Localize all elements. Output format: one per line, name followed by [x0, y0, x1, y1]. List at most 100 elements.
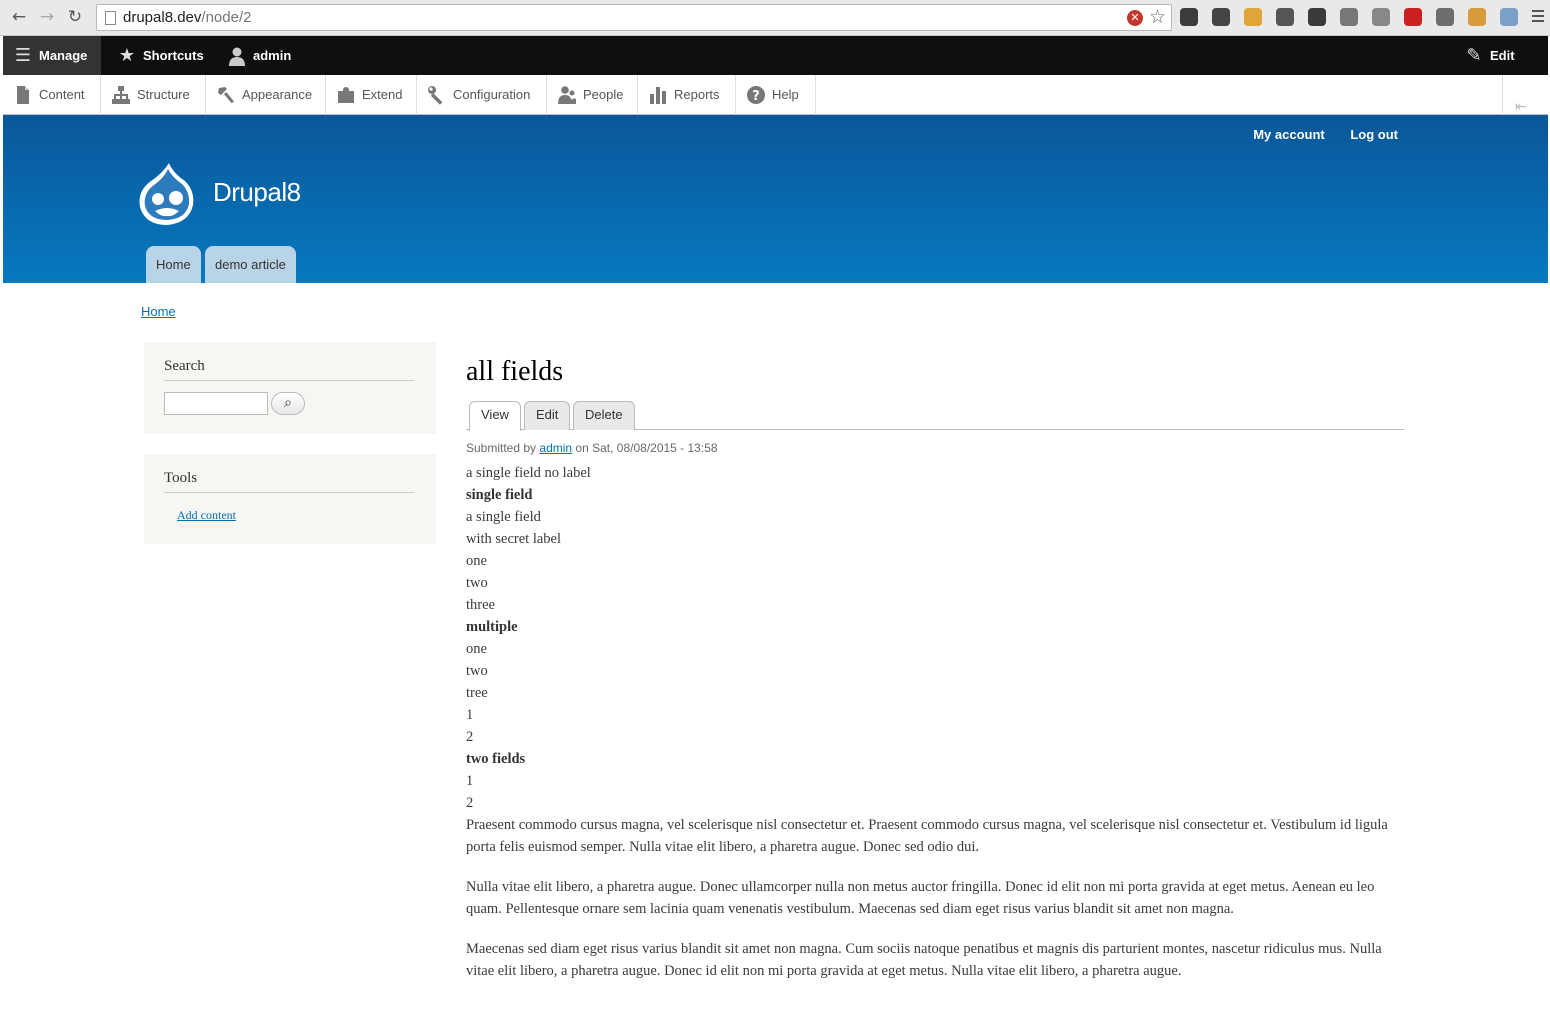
field-item: a single field [466, 509, 541, 525]
browser-extension-icon[interactable] [1436, 8, 1454, 26]
tab-view[interactable]: View [469, 401, 521, 431]
my-account-link[interactable]: My account [1253, 127, 1325, 142]
tray-item-label: Reports [674, 87, 720, 102]
tray-item-label: Extend [362, 87, 403, 102]
tools-block-title: Tools [164, 470, 198, 486]
tab-edit[interactable]: Edit [524, 401, 571, 430]
field-item: 1 [466, 707, 474, 723]
browser-extension-icon[interactable] [1180, 8, 1198, 26]
tray-item-label: Help [772, 87, 799, 102]
user-icon [227, 46, 247, 66]
site-name[interactable]: Drupal8 [213, 177, 301, 208]
browser-extension-icon[interactable] [1404, 8, 1422, 26]
back-arrow-icon[interactable]: ← [9, 7, 29, 27]
tray-item-extend[interactable]: Extend [326, 75, 417, 115]
main-menu-demo-article[interactable]: demo article [205, 246, 296, 283]
toolbar-edit-label: Edit [1490, 48, 1515, 63]
author-link[interactable]: admin [539, 441, 572, 455]
secondary-menu: My account Log out [1231, 127, 1398, 142]
search-icon: ⌕ [284, 395, 292, 411]
body-paragraph: Nulla vitae elit libero, a pharetra augu… [466, 879, 1375, 917]
admin-tray: Content Structure Appearance Extend Conf… [3, 75, 1548, 115]
breadcrumb[interactable]: Home [141, 304, 176, 319]
node-body: Praesent commodo cursus magna, vel scele… [466, 814, 1406, 982]
puzzle-icon [336, 85, 356, 105]
page-title: all fields [466, 356, 564, 387]
tray-item-label: Content [39, 87, 85, 102]
field-item: with secret label [466, 531, 562, 547]
browser-extension-icon[interactable] [1340, 8, 1358, 26]
help-icon: ? [746, 85, 766, 105]
body-paragraph: Praesent commodo cursus magna, vel scele… [466, 817, 1388, 855]
tools-block: Tools Add content [144, 454, 436, 544]
search-block: Search ⌕ [144, 342, 436, 434]
paintbrush-icon [216, 85, 236, 105]
local-tasks: View Edit Delete [466, 401, 1404, 431]
field-item: three [466, 597, 495, 613]
tray-item-people[interactable]: People [547, 75, 638, 115]
field-list: a single field no label single field a sin… [466, 462, 1406, 814]
hamburger-icon: ☰ [14, 45, 32, 66]
node-content: a single field no label single field a sin… [466, 462, 1406, 1000]
tray-item-appearance[interactable]: Appearance [206, 75, 326, 115]
submitted-prefix: Submitted by [466, 441, 537, 455]
field-label: two fields [466, 751, 526, 767]
blocked-icon[interactable]: ✕ [1127, 10, 1143, 26]
field-item: a single field no label [466, 465, 591, 481]
sitemap-icon [111, 85, 131, 105]
search-button[interactable]: ⌕ [271, 392, 305, 415]
tray-item-content[interactable]: Content [3, 75, 101, 115]
bookmark-star-icon[interactable]: ☆ [1149, 6, 1166, 28]
bar-chart-icon [648, 85, 668, 105]
drupal-logo-icon[interactable] [137, 161, 195, 227]
field-item: one [466, 641, 487, 657]
tray-item-label: People [583, 87, 624, 102]
log-out-link[interactable]: Log out [1350, 127, 1398, 142]
field-item: tree [466, 685, 488, 701]
forward-arrow-icon[interactable]: → [37, 7, 57, 27]
browser-extension-icon[interactable] [1468, 8, 1486, 26]
browser-extension-icon[interactable] [1500, 8, 1518, 26]
search-block-title: Search [164, 358, 205, 374]
field-item: two [466, 663, 488, 679]
star-icon: ★ [118, 45, 136, 66]
divider [164, 380, 414, 381]
toolbar-edit[interactable]: ✎ Edit [1454, 36, 1530, 75]
add-content-link[interactable]: Add content [177, 508, 236, 523]
tray-item-label: Appearance [242, 87, 313, 102]
browser-extension-icon[interactable] [1372, 8, 1390, 26]
toolbar-user[interactable]: admin [217, 36, 307, 75]
search-input[interactable] [164, 392, 268, 415]
divider [164, 492, 414, 493]
field-item: two [466, 575, 488, 591]
people-icon [557, 85, 577, 105]
reload-icon[interactable]: ↻ [65, 7, 85, 27]
tray-item-configuration[interactable]: Configuration [417, 75, 547, 115]
toolbar-shortcuts-label: Shortcuts [143, 48, 204, 63]
browser-extension-icon[interactable] [1244, 8, 1262, 26]
browser-extension-icon[interactable] [1308, 8, 1326, 26]
tray-orientation-toggle[interactable]: ⇤ [1502, 75, 1548, 115]
tab-delete[interactable]: Delete [573, 401, 635, 430]
wrench-icon [427, 85, 447, 105]
main-menu-home[interactable]: Home [146, 246, 201, 283]
file-icon [13, 85, 33, 105]
field-item: 2 [466, 795, 474, 811]
svg-text:?: ? [752, 89, 760, 104]
address-bar[interactable]: drupal8.dev/node/2 ✕ ☆ [96, 4, 1172, 31]
toolbar-manage[interactable]: ☰ Manage [3, 36, 101, 75]
browser-extension-icon[interactable] [1276, 8, 1294, 26]
body-paragraph: Maecenas sed diam eget risus varius blan… [466, 941, 1382, 979]
pencil-icon: ✎ [1466, 45, 1482, 66]
tray-item-reports[interactable]: Reports [638, 75, 736, 115]
browser-extension-icon[interactable] [1212, 8, 1230, 26]
page-icon [105, 11, 116, 25]
toolbar-shortcuts[interactable]: ★ Shortcuts [107, 36, 215, 75]
tray-item-structure[interactable]: Structure [101, 75, 206, 115]
site-header: My account Log out Drupal8 Home demo art… [3, 115, 1548, 283]
field-label: multiple [466, 619, 518, 635]
tray-item-help[interactable]: ? Help [736, 75, 816, 115]
field-label: single field [466, 487, 533, 503]
browser-menu-icon[interactable] [1532, 10, 1544, 24]
field-item: 1 [466, 773, 474, 789]
